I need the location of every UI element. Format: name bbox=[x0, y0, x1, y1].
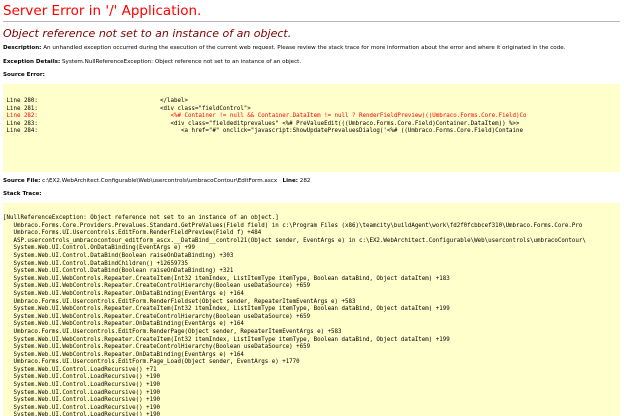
source-line: Line 283: <div class="fieldeditprevalues… bbox=[3, 120, 520, 127]
stack-trace-line: System.Web.UI.Control.DataBind(Boolean r… bbox=[3, 268, 234, 275]
description-line: Description: An unhandled exception occu… bbox=[3, 45, 566, 52]
stack-trace-line: System.Web.UI.Control.OnDataBinding(Even… bbox=[3, 245, 195, 252]
stack-trace-line: System.Web.UI.Control.LoadRecursive() +1… bbox=[3, 397, 161, 404]
source-line: Line 280: </label> bbox=[3, 98, 188, 104]
stack-trace-line: System.Web.UI.Control.LoadRecursive() +1… bbox=[3, 374, 161, 381]
stack-trace-heading: Stack Trace: bbox=[3, 191, 42, 198]
stack-trace-label: Stack Trace: bbox=[3, 191, 42, 197]
stack-trace-line: [NullReferenceException: Object referenc… bbox=[3, 215, 279, 221]
stack-trace-line: System.Web.UI.Control.LoadRecursive() +1… bbox=[3, 412, 161, 416]
stack-trace-line: System.Web.UI.WebControls.Repeater.OnDat… bbox=[3, 351, 244, 358]
page-title: Server Error in '/' Application. bbox=[3, 3, 202, 19]
stack-trace-line: Umbraco.Forms.Core.Providers.Prevalues.S… bbox=[3, 222, 583, 229]
source-code-box: Line 280: </label> Line 281: <div class=… bbox=[3, 84, 620, 172]
source-line-error: Line 282: <%# Container != null && Conta… bbox=[3, 113, 527, 120]
exception-details-line: Exception Details: System.NullReferenceE… bbox=[3, 59, 301, 66]
source-file-label: Source File: bbox=[3, 178, 41, 184]
stack-trace-line: System.Web.UI.Control.LoadRecursive() +7… bbox=[3, 366, 157, 373]
source-file-path: c:\EX2.WebArchitect.Configurable\Web\use… bbox=[42, 178, 278, 184]
line-label: Line: bbox=[282, 178, 299, 184]
source-error-label: Source Error: bbox=[3, 72, 45, 78]
stack-trace-line: System.Web.UI.Control.LoadRecursive() +1… bbox=[3, 382, 161, 389]
exception-details-text: System.NullReferenceException: Object re… bbox=[61, 59, 302, 65]
description-text: An unhandled exception occurred during t… bbox=[43, 45, 566, 51]
exception-details-label: Exception Details: bbox=[3, 59, 61, 65]
stack-trace-line: System.Web.UI.Control.LoadRecursive() +1… bbox=[3, 389, 161, 396]
stack-trace-line: System.Web.UI.WebControls.Repeater.Creat… bbox=[3, 336, 450, 343]
stack-trace-line: Umbraco.Forms.UI.Usercontrols.EditForm.R… bbox=[3, 298, 356, 305]
stack-trace-line: System.Web.UI.WebControls.Repeater.OnDat… bbox=[3, 290, 244, 297]
stack-trace-line: System.Web.UI.WebControls.Repeater.Creat… bbox=[3, 283, 311, 290]
stack-trace-line: System.Web.UI.WebControls.Repeater.OnDat… bbox=[3, 321, 244, 328]
stack-trace-line: System.Web.UI.WebControls.Repeater.Creat… bbox=[3, 344, 311, 351]
error-message: Object reference not set to an instance … bbox=[3, 27, 292, 40]
stack-trace-line: System.Web.UI.Control.LoadRecursive() +1… bbox=[3, 404, 161, 411]
stack-trace-line: Umbraco.Forms.UI.Usercontrols.EditForm.P… bbox=[3, 359, 300, 366]
error-page: Server Error in '/' Application. Object … bbox=[0, 0, 624, 416]
source-line: Line 284: <a href="#" onclick="javascrip… bbox=[3, 128, 524, 135]
line-number: 282 bbox=[299, 178, 311, 184]
source-line: Line 281: <div class="fieldControl"> bbox=[3, 105, 251, 112]
stack-trace-line: System.Web.UI.Control.DataBind(Boolean r… bbox=[3, 252, 234, 259]
stack-trace-line: Umbraco.Forms.UI.Usercontrols.EditForm.R… bbox=[3, 328, 342, 335]
title-divider bbox=[3, 21, 620, 22]
source-file-line: Source File: c:\EX2.WebArchitect.Configu… bbox=[3, 178, 310, 185]
stack-trace-line: System.Web.UI.WebControls.Repeater.Creat… bbox=[3, 313, 311, 320]
source-error-heading: Source Error: bbox=[3, 72, 45, 79]
stack-trace-line: Umbraco.Forms.UI.Usercontrols.EditForm.R… bbox=[3, 230, 262, 237]
stack-trace-box: [NullReferenceException: Object referenc… bbox=[3, 203, 620, 416]
stack-trace-line: System.Web.UI.WebControls.Repeater.Creat… bbox=[3, 306, 450, 313]
stack-trace-line: System.Web.UI.WebControls.Repeater.Creat… bbox=[3, 275, 450, 282]
description-label: Description: bbox=[3, 45, 42, 51]
stack-trace-line: ASP.usercontrols_umbracocontour_editform… bbox=[3, 237, 586, 244]
stack-trace-line: System.Web.UI.Control.DataBindChildren()… bbox=[3, 260, 188, 267]
